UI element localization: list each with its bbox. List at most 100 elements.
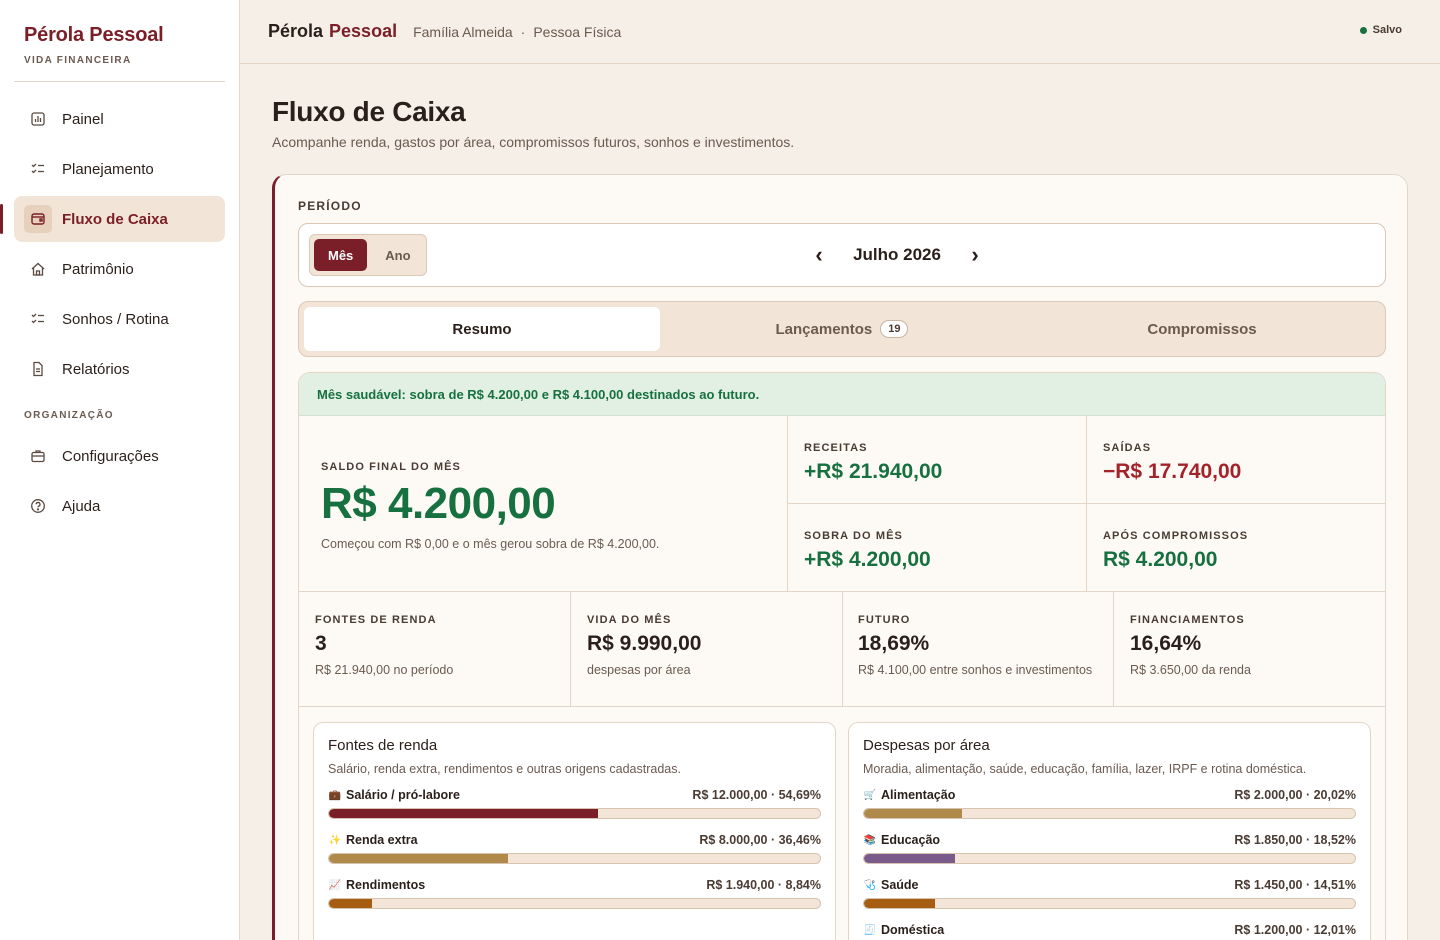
sidebar-item-patrimonio[interactable]: Patrimônio: [14, 246, 225, 292]
mode-month-button[interactable]: Mês: [314, 239, 368, 271]
progress-track: [863, 853, 1356, 864]
sidebar-item-label: Planejamento: [62, 160, 154, 178]
kpi-futuro: FUTURO 18,69% R$ 4.100,00 entre sonhos e…: [842, 592, 1114, 707]
bar-label: Renda extra: [346, 833, 418, 847]
topbar: Pérola Pessoal Família Almeida · Pessoa F…: [240, 0, 1440, 64]
progress-fill: [864, 854, 955, 863]
kpi-apos-compromissos: APÓS COMPROMISSOS R$ 4.200,00: [1087, 504, 1385, 592]
bar-header: 🧾 Doméstica R$ 1.200,00 · 12,01%: [863, 923, 1356, 937]
category-icon: 🩺: [863, 879, 877, 891]
chevron-left-icon[interactable]: ‹: [809, 244, 829, 266]
progress-fill: [864, 899, 936, 908]
period-label: PERÍODO: [298, 199, 362, 213]
bar-header: 🩺 Saúde R$ 1.450,00 · 14,51%: [863, 878, 1356, 892]
bar-value: R$ 12.000,00 · 54,69%: [692, 788, 821, 802]
help-icon: [28, 496, 48, 516]
chevron-right-icon[interactable]: ›: [965, 244, 985, 266]
kpi-fontes-de-renda: FONTES DE RENDA 3 R$ 21.940,00 no períod…: [299, 592, 571, 707]
bar-row[interactable]: 📚 Educação R$ 1.850,00 · 18,52%: [863, 833, 1356, 878]
breadcrumb-profile[interactable]: Pessoa Física: [533, 24, 621, 40]
summary-panel: Mês saudável: sobra de R$ 4.200,00 e R$ …: [298, 372, 1386, 940]
sidebar-item-fluxo-de-caixa[interactable]: Fluxo de Caixa: [0, 196, 225, 242]
kpi-vida-do-mes: VIDA DO MÊS R$ 9.990,00 despesas por áre…: [571, 592, 843, 707]
bar-label: Rendimentos: [346, 878, 426, 892]
top-brand: Pérola Pessoal: [268, 21, 397, 42]
status-dot-icon: [1359, 26, 1367, 34]
category-icon: 🛒: [863, 789, 877, 801]
kpi-value: +R$ 21.940,00: [804, 460, 943, 483]
panel-title: Fontes de renda: [328, 737, 438, 754]
saved-status: Salvo: [1359, 24, 1402, 36]
sidebar-item-label: Ajuda: [62, 497, 101, 515]
briefcase-icon: [28, 446, 48, 466]
progress-track: [863, 898, 1356, 909]
kpi-sobra: SOBRA DO MÊS +R$ 4.200,00: [788, 504, 1087, 592]
kpi-saldo: SALDO FINAL DO MÊS R$ 4.200,00 Começou c…: [299, 416, 788, 592]
brand-subtitle: VIDA FINANCEIRA: [24, 55, 132, 66]
kpi-financiamentos: FINANCIAMENTOS 16,64% R$ 3.650,00 da ren…: [1114, 592, 1385, 707]
income-bar-list: 💼 Salário / pró-labore R$ 12.000,00 · 54,6…: [328, 788, 821, 923]
tab-resumo[interactable]: Resumo: [304, 307, 660, 351]
kpi-saldo-value: R$ 4.200,00: [321, 479, 556, 528]
progress-track: [328, 898, 821, 909]
kpi-label: FONTES DE RENDA: [315, 614, 437, 626]
sidebar-item-ajuda[interactable]: Ajuda: [14, 483, 225, 529]
sidebar-item-planejamento[interactable]: Planejamento: [14, 146, 225, 192]
kpi-receitas: RECEITAS +R$ 21.940,00: [788, 416, 1087, 504]
cashflow-card: PERÍODO Mês Ano ‹ Julho 2026 › Resumo La…: [272, 174, 1408, 940]
bar-row[interactable]: 📈 Rendimentos R$ 1.940,00 · 8,84%: [328, 878, 821, 923]
bar-label: Saúde: [881, 878, 919, 892]
kpi-value: +R$ 4.200,00: [804, 548, 931, 571]
progress-track: [328, 808, 821, 819]
tab-label: Lançamentos: [775, 320, 873, 338]
bar-name: ✨ Renda extra: [328, 833, 418, 847]
brand: Pérola Pessoal VIDA FINANCEIRA: [0, 0, 239, 66]
panel-title: Despesas por área: [863, 737, 990, 754]
income-sources-panel: Fontes de renda Salário, renda extra, re…: [313, 722, 836, 940]
sidebar-item-label: Relatórios: [62, 360, 130, 378]
panel-subtitle: Moradia, alimentação, saúde, educação, f…: [863, 762, 1307, 776]
chart-icon: [28, 109, 48, 129]
bar-row[interactable]: 💼 Salário / pró-labore R$ 12.000,00 · 54,6…: [328, 788, 821, 833]
breadcrumb-family[interactable]: Família Almeida: [413, 24, 513, 40]
tab-lancamentos[interactable]: Lançamentos 19: [664, 307, 1020, 351]
wallet-icon: [24, 205, 52, 233]
top-brand-main: Pérola: [268, 21, 324, 41]
period-mode-toggle: Mês Ano: [309, 234, 427, 276]
bar-name: 🩺 Saúde: [863, 878, 919, 892]
sidebar-item-label: Painel: [62, 110, 104, 128]
document-icon: [28, 359, 48, 379]
bar-name: 📚 Educação: [863, 833, 940, 847]
mode-year-button[interactable]: Ano: [371, 239, 424, 271]
panel-subtitle: Salário, renda extra, rendimentos e outr…: [328, 762, 681, 776]
bar-row[interactable]: 🧾 Doméstica R$ 1.200,00 · 12,01%: [863, 923, 1356, 940]
kpi-label: APÓS COMPROMISSOS: [1103, 530, 1249, 542]
sidebar-item-label: Configurações: [62, 447, 159, 465]
expenses-by-area-panel: Despesas por área Moradia, alimentação, …: [848, 722, 1371, 940]
page-subtitle: Acompanhe renda, gastos por área, compro…: [272, 134, 795, 150]
bar-header: 📚 Educação R$ 1.850,00 · 18,52%: [863, 833, 1356, 847]
sidebar: Pérola Pessoal VIDA FINANCEIRA Painel Pl…: [0, 0, 240, 940]
bar-row[interactable]: 🩺 Saúde R$ 1.450,00 · 14,51%: [863, 878, 1356, 923]
progress-fill: [329, 899, 373, 908]
sidebar-item-sonhos-rotina[interactable]: Sonhos / Rotina: [14, 296, 225, 342]
bar-header: ✨ Renda extra R$ 8.000,00 · 36,46%: [328, 833, 821, 847]
tabs: Resumo Lançamentos 19 Compromissos: [298, 301, 1386, 357]
progress-fill: [329, 854, 509, 863]
tab-label: Resumo: [452, 320, 512, 338]
sidebar-item-configuracoes[interactable]: Configurações: [14, 433, 225, 479]
bar-value: R$ 2.000,00 · 20,02%: [1234, 788, 1356, 802]
kpi-value: R$ 4.200,00: [1103, 548, 1218, 571]
nav-section-label: ORGANIZAÇÃO: [24, 410, 114, 421]
breadcrumb-separator: ·: [520, 23, 526, 40]
kpi-value: 18,69%: [858, 632, 930, 655]
bar-label: Educação: [881, 833, 941, 847]
bar-row[interactable]: ✨ Renda extra R$ 8.000,00 · 36,46%: [328, 833, 821, 878]
kpi-value: 3: [315, 632, 327, 655]
sidebar-item-painel[interactable]: Painel: [14, 96, 225, 142]
sidebar-item-relatorios[interactable]: Relatórios: [14, 346, 225, 392]
sidebar-item-label: Patrimônio: [62, 260, 134, 278]
bar-row[interactable]: 🛒 Alimentação R$ 2.000,00 · 20,02%: [863, 788, 1356, 833]
kpi-label: SAÍDAS: [1103, 442, 1152, 454]
tab-compromissos[interactable]: Compromissos: [1024, 307, 1380, 351]
